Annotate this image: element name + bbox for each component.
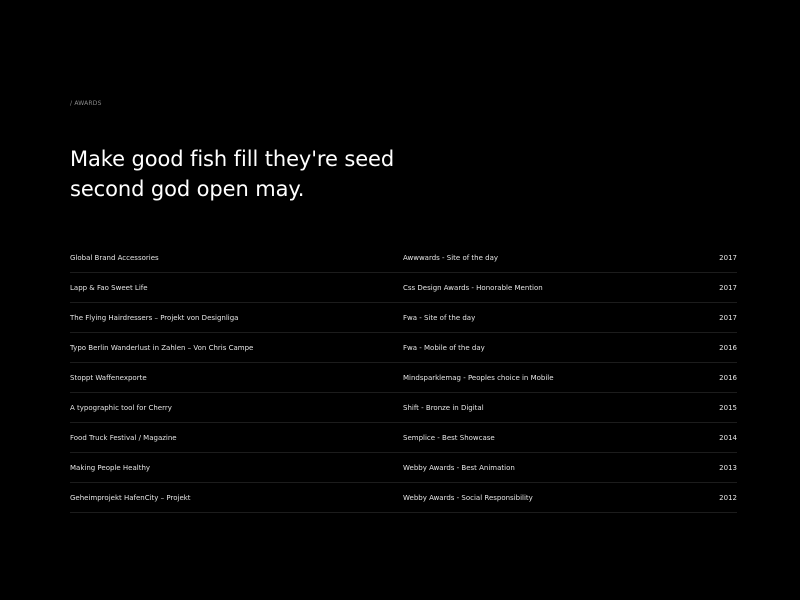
award-year: 2015 — [719, 404, 737, 412]
award-year: 2017 — [719, 314, 737, 322]
award-name: Mindsparklemag - Peoples choice in Mobil… — [403, 374, 554, 382]
section-label: / AWARDS — [70, 100, 102, 107]
award-project: Global Brand Accessories — [70, 254, 159, 262]
award-year: 2017 — [719, 284, 737, 292]
award-name: Webby Awards - Best Animation — [403, 464, 515, 472]
award-year: 2017 — [719, 254, 737, 262]
award-name: Css Design Awards - Honorable Mention — [403, 284, 543, 292]
award-year: 2016 — [719, 344, 737, 352]
award-name: Semplice - Best Showcase — [403, 434, 495, 442]
award-year: 2016 — [719, 374, 737, 382]
award-project: A typographic tool for Cherry — [70, 404, 172, 412]
award-name: Awwwards - Site of the day — [403, 254, 499, 262]
award-year: 2013 — [719, 464, 737, 472]
award-project: Geheimprojekt HafenCity – Projekt — [70, 494, 191, 502]
award-row[interactable]: Making People Healthy Webby Awards - Bes… — [70, 453, 737, 483]
award-project: Lapp & Fao Sweet Life — [70, 284, 148, 292]
award-row[interactable]: Lapp & Fao Sweet Life Css Design Awards … — [70, 273, 737, 303]
award-row[interactable]: Global Brand Accessories Awwwards - Site… — [70, 243, 737, 273]
awards-list: Global Brand Accessories Awwwards - Site… — [70, 243, 737, 513]
award-row[interactable]: The Flying Hairdressers – Projekt von De… — [70, 303, 737, 333]
award-row[interactable]: Typo Berlin Wanderlust in Zahlen – Von C… — [70, 333, 737, 363]
award-project: Typo Berlin Wanderlust in Zahlen – Von C… — [70, 344, 254, 352]
award-name: Shift - Bronze in Digital — [403, 404, 484, 412]
award-project: Food Truck Festival / Magazine — [70, 434, 177, 442]
award-row[interactable]: Stoppt Waffenexporte Mindsparklemag - Pe… — [70, 363, 737, 393]
award-year: 2014 — [719, 434, 737, 442]
page-headline: Make good fish fill they're seed second … — [70, 147, 395, 201]
award-project: Stoppt Waffenexporte — [70, 374, 147, 382]
award-row[interactable]: Geheimprojekt HafenCity – Projekt Webby … — [70, 483, 737, 513]
award-year: 2012 — [719, 494, 737, 502]
award-name: Fwa - Site of the day — [403, 314, 476, 322]
award-row[interactable]: Food Truck Festival / Magazine Semplice … — [70, 423, 737, 453]
award-name: Webby Awards - Social Responsibility — [403, 494, 533, 502]
award-row[interactable]: A typographic tool for Cherry Shift - Br… — [70, 393, 737, 423]
award-project: The Flying Hairdressers – Projekt von De… — [70, 314, 239, 322]
award-project: Making People Healthy — [70, 464, 151, 472]
award-name: Fwa - Mobile of the day — [403, 344, 485, 352]
